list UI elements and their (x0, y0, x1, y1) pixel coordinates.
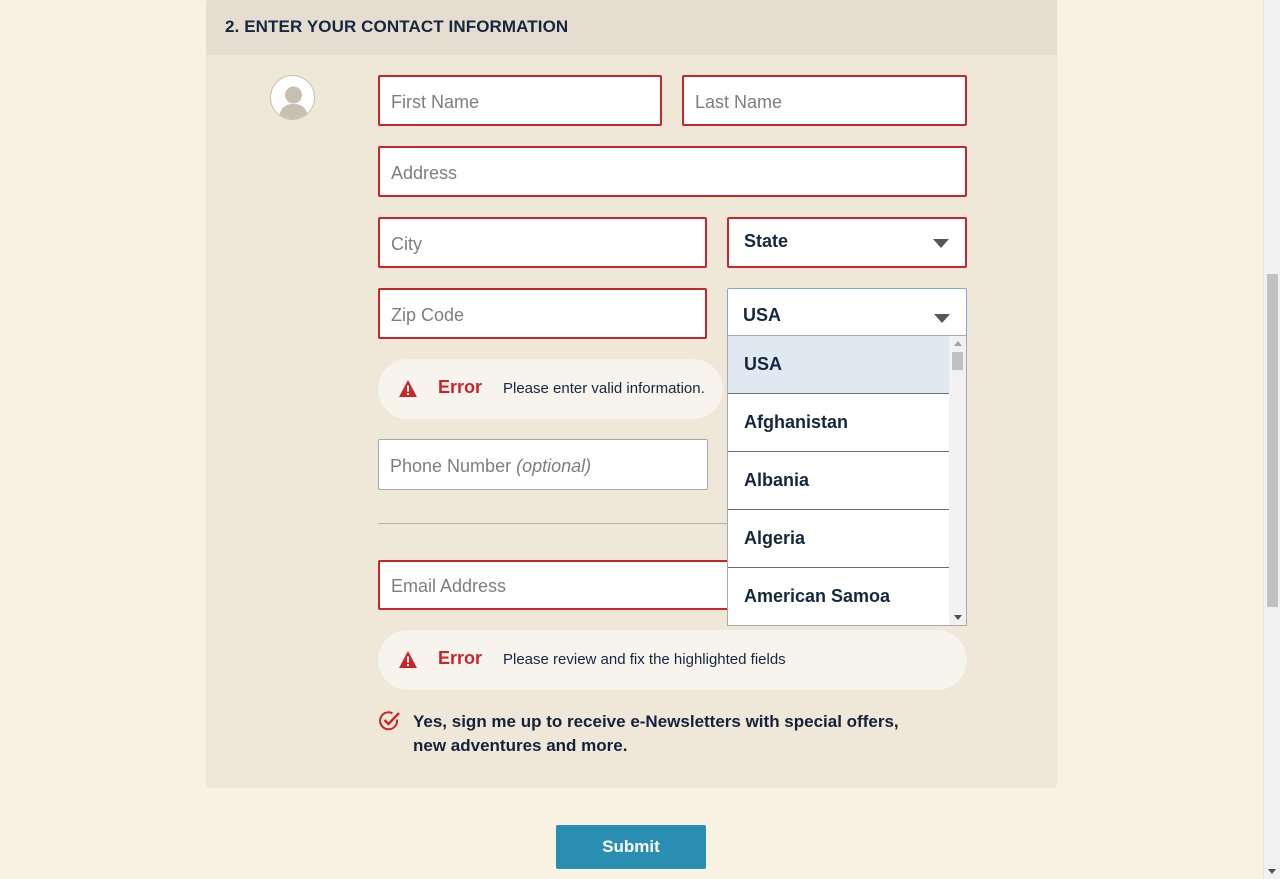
user-avatar-icon (270, 75, 315, 120)
zip-code-placeholder: Zip Code (391, 304, 465, 325)
country-option[interactable]: Algeria (728, 510, 949, 568)
first-name-field[interactable]: First Name (378, 75, 662, 126)
last-name-field[interactable]: Last Name (682, 75, 967, 126)
dropdown-scroll-thumb[interactable] (952, 352, 963, 370)
country-option[interactable]: USA (728, 336, 949, 394)
phone-placeholder: Phone Number (optional) (390, 453, 591, 477)
country-option[interactable]: Afghanistan (728, 394, 949, 452)
address-placeholder: Address (391, 162, 458, 183)
error-message: Please review and fix the highlighted fi… (503, 651, 786, 668)
country-option[interactable]: American Samoa (728, 568, 949, 625)
phone-optional-text: (optional) (516, 455, 592, 476)
email-placeholder: Email Address (391, 576, 507, 596)
caret-down-icon (934, 314, 950, 323)
country-option[interactable]: Albania (728, 452, 949, 510)
country-select[interactable]: USA (727, 288, 967, 336)
error-label: Error (438, 648, 483, 668)
panel-header: 2. ENTER YOUR CONTACT INFORMATION (206, 0, 1057, 55)
address-field[interactable]: Address (378, 146, 967, 197)
page-scroll-thumb[interactable] (1267, 274, 1278, 607)
submit-button[interactable]: Submit (556, 825, 706, 869)
state-value: State (744, 231, 789, 251)
newsletter-label[interactable]: Yes, sign me up to receive e-Newsletters… (413, 710, 933, 758)
country-value: USA (743, 305, 782, 325)
form-error: Error Please review and fix the highligh… (378, 630, 967, 690)
check-circle-icon[interactable] (378, 710, 402, 732)
phone-field[interactable]: Phone Number (optional) (378, 439, 708, 490)
country-dropdown: USA Afghanistan Albania Algeria American… (727, 335, 967, 626)
caret-down-icon (933, 239, 949, 248)
warning-icon (399, 651, 417, 668)
page-scrollbar[interactable] (1263, 0, 1280, 879)
error-label: Error (438, 377, 483, 397)
warning-icon (399, 380, 417, 397)
section-title: 2. ENTER YOUR CONTACT INFORMATION (225, 17, 569, 36)
last-name-placeholder: Last Name (695, 91, 783, 112)
scroll-down-icon[interactable] (1268, 869, 1276, 874)
zip-code-field[interactable]: Zip Code (378, 288, 707, 339)
scroll-up-icon[interactable] (954, 341, 962, 346)
phone-placeholder-text: Phone Number (390, 455, 512, 476)
error-message: Please enter valid information. (503, 380, 705, 397)
city-placeholder: City (391, 233, 422, 254)
city-field[interactable]: City (378, 217, 707, 268)
location-error: Error Please enter valid information. (378, 359, 723, 419)
scroll-down-icon[interactable] (954, 615, 962, 620)
first-name-placeholder: First Name (391, 91, 480, 112)
dropdown-scrollbar[interactable] (949, 336, 966, 625)
state-select[interactable]: State (727, 217, 967, 268)
